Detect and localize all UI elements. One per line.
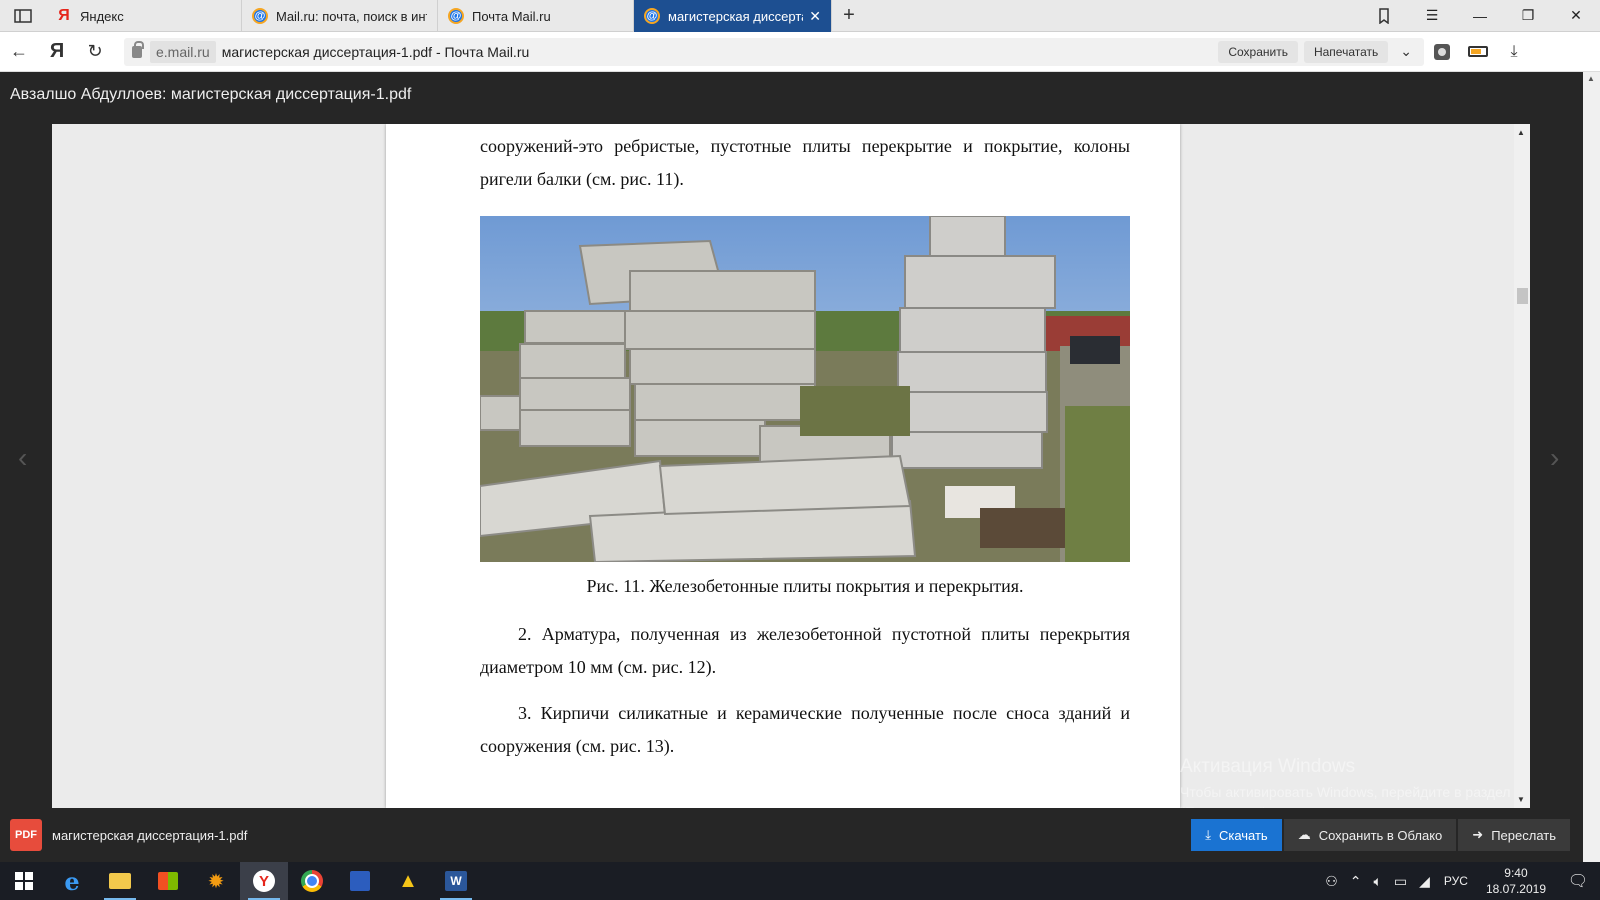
- battery-icon[interactable]: [1460, 32, 1496, 72]
- scroll-up-arrow-icon[interactable]: ▲: [1517, 128, 1525, 137]
- tab-title: Mail.ru: почта, поиск в инте: [276, 8, 427, 24]
- forward-arrow-icon: ➜: [1472, 827, 1484, 842]
- download-label: Скачать: [1218, 827, 1268, 843]
- close-tab-icon[interactable]: ✕: [809, 8, 821, 25]
- forward-button[interactable]: ➜ Переслать: [1458, 819, 1570, 851]
- document-viewer: Авзалшо Абдуллоев: магистерская диссерта…: [0, 72, 1600, 862]
- people-icon[interactable]: ⚇: [1319, 873, 1344, 890]
- next-arrow-icon[interactable]: ›: [1550, 442, 1559, 474]
- system-tray: ⚇ ⌃ 🔈︎ ▭ ◢ РУС 9:40 18.07.2019 🗨︎: [1319, 862, 1600, 900]
- back-button[interactable]: ←: [0, 32, 38, 72]
- reload-button[interactable]: ↻: [76, 32, 114, 72]
- scroll-up-arrow-icon[interactable]: ▲: [1587, 74, 1595, 83]
- yandex-browser-icon: Y: [253, 870, 275, 892]
- minimize-button[interactable]: —: [1456, 0, 1504, 32]
- viewer-bottom-bar: PDF магистерская диссертация-1.pdf ⤓ Ска…: [0, 808, 1600, 862]
- page-scrollbar[interactable]: ▲: [1583, 72, 1600, 862]
- taskbar-file-explorer[interactable]: [96, 862, 144, 900]
- taskbar-edge[interactable]: e: [48, 862, 96, 900]
- floppy-disk-icon: [350, 871, 370, 891]
- edge-icon: e: [64, 866, 80, 896]
- pdf-file-icon: PDF: [10, 819, 42, 851]
- document-area: сооружений-это ребристые, пустотные плит…: [52, 124, 1530, 808]
- folder-icon: [109, 873, 131, 889]
- mail-ru-icon: @: [448, 8, 464, 24]
- menu-icon[interactable]: ☰: [1408, 0, 1456, 32]
- clock-time: 9:40: [1504, 866, 1528, 880]
- save-to-cloud-button[interactable]: ☁ Сохранить в Облако: [1283, 819, 1457, 851]
- address-bar: ← Я ↻ e.mail.ru магистерская диссертация…: [0, 32, 1600, 72]
- attachment-file-name: магистерская диссертация-1.pdf: [52, 827, 248, 843]
- network-icon[interactable]: ◢: [1413, 873, 1436, 890]
- battery-tray-icon[interactable]: ▭: [1388, 873, 1413, 890]
- extension-icon[interactable]: [1424, 32, 1460, 72]
- clock[interactable]: 9:40 18.07.2019: [1476, 865, 1556, 897]
- downloads-icon[interactable]: ⤓: [1496, 32, 1532, 72]
- url-page-title: магистерская диссертация-1.pdf - Почта M…: [221, 43, 530, 60]
- store-icon: [158, 872, 178, 890]
- forward-label: Переслать: [1491, 827, 1556, 843]
- taskbar-save-app[interactable]: [336, 862, 384, 900]
- bookmarks-icon[interactable]: [1360, 0, 1408, 32]
- cloud-icon: ☁: [1297, 827, 1311, 842]
- save-button[interactable]: Сохранить: [1218, 40, 1298, 63]
- chrome-icon: [301, 870, 323, 892]
- pdf-page: сооружений-это ребристые, пустотные плит…: [386, 124, 1180, 808]
- previous-arrow-icon[interactable]: ‹: [18, 442, 27, 474]
- url-field[interactable]: e.mail.ru магистерская диссертация-1.pdf…: [124, 37, 1424, 66]
- taskbar-chrome[interactable]: [288, 862, 336, 900]
- word-icon: W: [445, 871, 467, 891]
- notification-icon[interactable]: 🗨︎: [1556, 862, 1600, 900]
- tab-mail-ru[interactable]: @ Mail.ru: почта, поиск в инте: [242, 0, 438, 32]
- taskbar-word[interactable]: W: [432, 862, 480, 900]
- viewer-title: Авзалшо Абдуллоев: магистерская диссерта…: [10, 86, 412, 103]
- volume-icon[interactable]: 🔈︎: [1367, 873, 1387, 890]
- new-tab-button[interactable]: +: [832, 0, 866, 31]
- tab-title: магистерская диссертац: [668, 8, 804, 24]
- chevron-up-icon[interactable]: ⌃: [1344, 873, 1368, 890]
- lock-icon: [132, 40, 144, 58]
- yandex-icon: Я: [58, 7, 70, 24]
- language-indicator[interactable]: РУС: [1436, 874, 1476, 888]
- taskbar-app-paw[interactable]: ✹: [192, 862, 240, 900]
- close-window-button[interactable]: ✕: [1552, 0, 1600, 32]
- download-icon: ⤓: [1205, 827, 1211, 842]
- tab-pochta-mail-ru[interactable]: @ Почта Mail.ru: [438, 0, 634, 32]
- tab-dissertation[interactable]: @ магистерская диссертац ✕: [634, 0, 832, 32]
- paragraph-2: 2. Арматура, полученная из железобетонно…: [480, 624, 1130, 677]
- tab-title: Яндекс: [80, 8, 124, 24]
- taskbar-yandex-browser[interactable]: Y: [240, 862, 288, 900]
- chevron-down-icon[interactable]: ⌄: [1394, 43, 1418, 60]
- print-button[interactable]: Напечатать: [1303, 40, 1389, 63]
- document-scrollbar[interactable]: ▲ ▼: [1514, 124, 1530, 808]
- paragraph-1: сооружений-это ребристые, пустотные плит…: [480, 136, 1130, 189]
- yandex-home-button[interactable]: Я: [38, 32, 76, 72]
- concrete-slabs-photo: [480, 216, 1130, 562]
- url-domain: e.mail.ru: [150, 40, 216, 63]
- sidebar-toggle-icon[interactable]: [0, 0, 46, 31]
- clock-date: 18.07.2019: [1485, 882, 1546, 896]
- watermark-title: Активация Windows: [1180, 756, 1356, 777]
- triangle-icon: ▲: [398, 869, 418, 892]
- scrollbar-thumb[interactable]: [1517, 288, 1528, 304]
- start-button[interactable]: [0, 862, 48, 900]
- mail-ru-icon: @: [252, 8, 268, 24]
- paw-icon: ✹: [207, 870, 225, 893]
- paragraph-3: 3. Кирпичи силикатные и керамические пол…: [480, 703, 1130, 756]
- tab-title: Почта Mail.ru: [472, 8, 551, 24]
- taskbar-store[interactable]: [144, 862, 192, 900]
- windows-logo-icon: [15, 872, 33, 890]
- save-to-cloud-label: Сохранить в Облако: [1318, 827, 1443, 843]
- browser-tab-bar: Я Яндекс @ Mail.ru: почта, поиск в инте …: [0, 0, 1600, 32]
- download-button[interactable]: ⤓ Скачать: [1191, 819, 1282, 851]
- restore-button[interactable]: ❐: [1504, 0, 1552, 32]
- windows-taskbar: e ✹ Y ▲ W ⚇ ⌃ 🔈︎ ▭ ◢ РУС 9:40 18.07.2019…: [0, 862, 1600, 900]
- figure-caption: Рис. 11. Железобетонные плиты покрытия и…: [586, 576, 1024, 596]
- taskbar-warning-app[interactable]: ▲: [384, 862, 432, 900]
- tab-yandex[interactable]: Я Яндекс: [46, 0, 242, 32]
- mail-ru-icon: @: [644, 8, 660, 24]
